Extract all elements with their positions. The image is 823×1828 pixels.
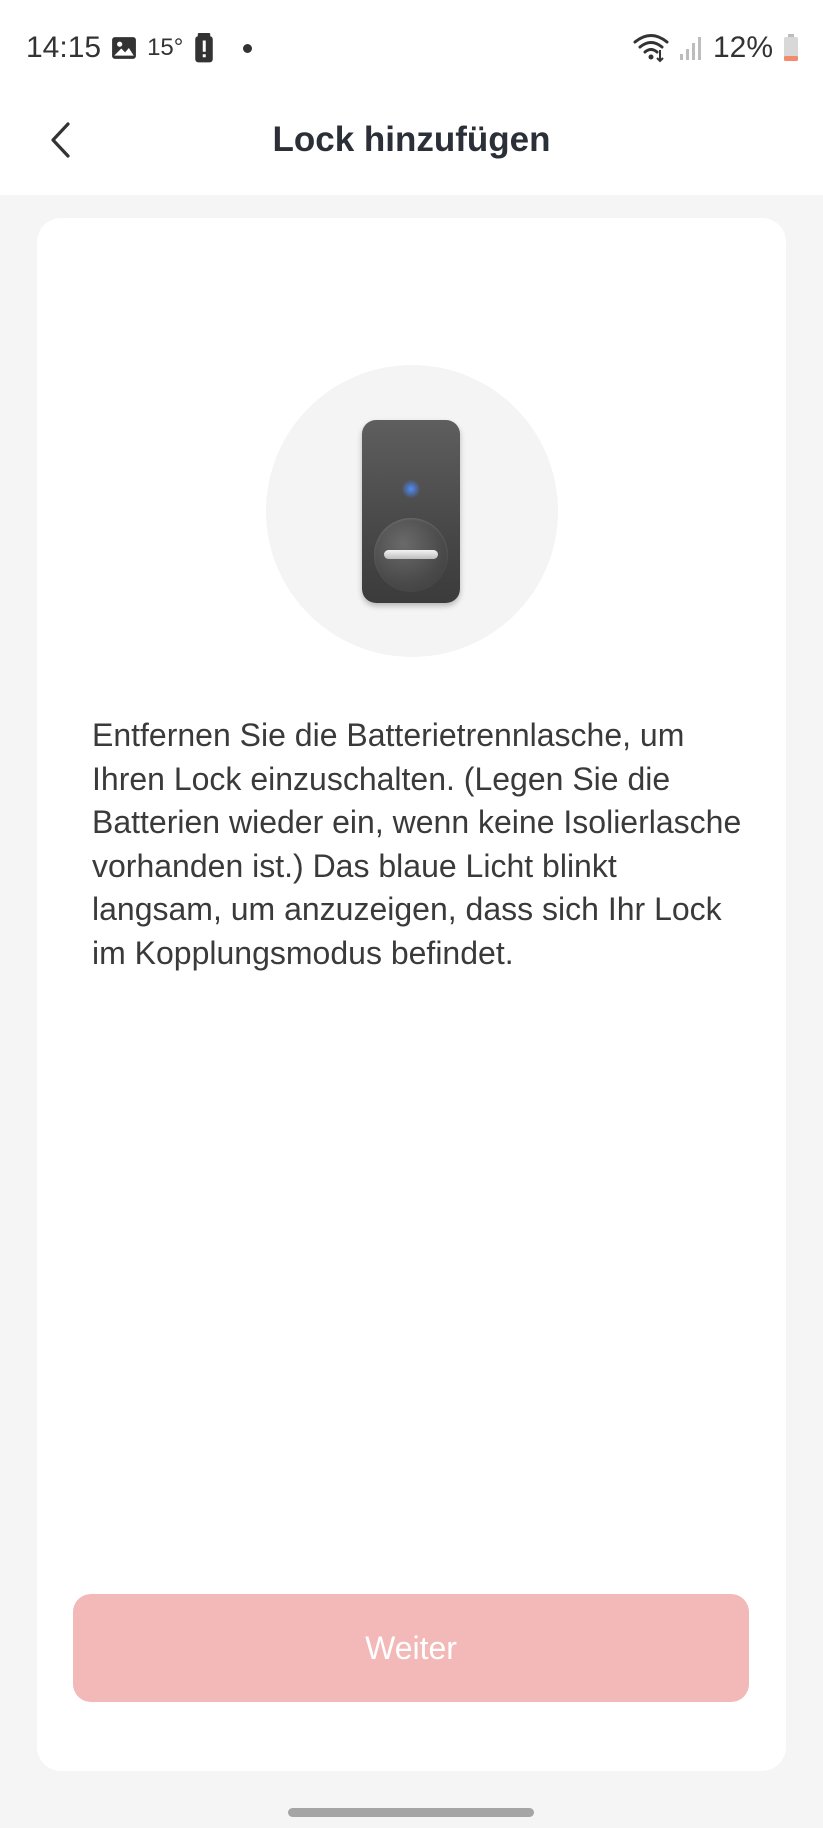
alert-icon xyxy=(193,33,215,63)
app-header: Lock hinzufügen xyxy=(0,90,823,195)
page-title: Lock hinzufügen xyxy=(272,120,551,159)
home-indicator[interactable] xyxy=(288,1808,534,1817)
status-temperature: 15° xyxy=(147,34,184,61)
next-button[interactable]: Weiter xyxy=(73,1594,749,1702)
status-time: 14:15 xyxy=(26,31,102,64)
lock-knob xyxy=(374,518,448,592)
led-light-icon xyxy=(402,480,420,498)
image-icon xyxy=(111,35,137,61)
status-left: 14:15 15° xyxy=(26,28,253,68)
wifi-icon xyxy=(633,33,669,63)
knob-handle xyxy=(384,550,438,559)
content-card: Entfernen Sie die Batterietrennlasche, u… xyxy=(37,218,786,1771)
notification-dot-icon xyxy=(243,43,253,53)
battery-icon xyxy=(783,34,799,62)
status-bar: 14:15 15° 12% xyxy=(0,0,823,90)
instruction-text: Entfernen Sie die Batterietrennlasche, u… xyxy=(92,717,742,971)
smart-lock-illustration xyxy=(362,420,460,603)
signal-icon xyxy=(679,35,703,61)
battery-percent: 12% xyxy=(712,31,773,64)
status-right: 12% xyxy=(633,28,799,68)
